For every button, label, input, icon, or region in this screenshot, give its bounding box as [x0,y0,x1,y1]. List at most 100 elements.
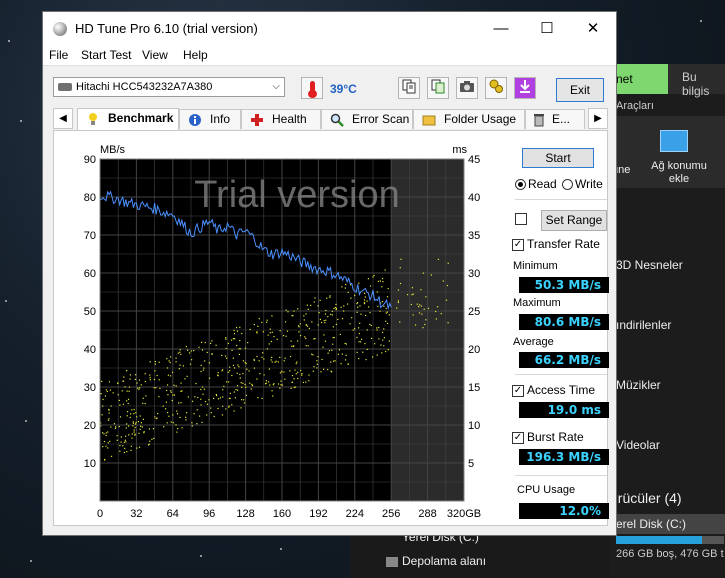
access-time-point [200,404,202,406]
exit-button[interactable]: Exit [556,78,604,102]
y-right-tick-label: 10 [468,420,480,432]
access-time-point [173,394,176,396]
access-time-checkbox[interactable]: ✓ [512,385,524,397]
maximize-button[interactable]: ☐ [524,12,570,45]
transfer-rate-checkbox[interactable]: ✓ [512,239,524,251]
access-time-point [144,380,146,383]
nav-item-storage[interactable]: Depolama alanı [402,554,486,568]
access-time-point [313,366,315,368]
access-time-point [225,347,227,350]
access-time-point [341,286,343,288]
access-time-point [232,338,235,340]
access-time-point [144,402,146,405]
tab-error-scan[interactable]: Error Scan [321,109,413,129]
explorer-tab-this-pc[interactable]: Bu bilgis [682,70,725,98]
access-time-point [277,383,280,385]
tab-benchmark[interactable]: Benchmark [77,108,179,130]
access-time-point [297,377,299,380]
tab-health[interactable]: Health [241,109,321,129]
access-time-point [217,407,219,410]
burst-rate-checkbox[interactable]: ✓ [512,432,524,444]
access-time-point [277,361,279,363]
access-time-point [135,374,137,376]
tab-info[interactable]: Info [179,109,241,129]
write-radio[interactable] [562,179,573,190]
access-time-point [232,357,234,359]
access-time-point [110,426,112,428]
access-time-point [116,435,118,437]
access-time-point [154,370,156,372]
access-time-point [132,421,134,423]
access-time-point [325,309,327,312]
access-time-point [366,348,368,351]
access-time-point [139,428,141,430]
access-time-point [327,368,329,371]
access-time-point [388,340,390,342]
access-time-point [179,416,181,419]
access-time-point [383,305,385,307]
access-time-point [344,342,346,345]
access-time-point [126,411,129,413]
access-time-point [323,368,325,370]
copy-all-icon[interactable] [427,77,449,99]
tab-scroll-left-icon[interactable]: ◀ [53,108,73,129]
title-bar[interactable]: HD Tune Pro 6.10 (trial version) — ☐ ✕ [43,12,616,45]
read-radio[interactable] [515,179,526,190]
access-time-point [385,312,387,314]
benchmark-chart-svg: Trial version MB/s ms 10 20 30 40 50 60 70 80 90 5 10… [84,144,481,520]
options-icon[interactable] [485,77,507,99]
menu-view[interactable]: View [142,48,168,62]
save-icon[interactable] [514,77,536,99]
access-time-point [328,350,331,352]
explorer-tab-network[interactable]: net [610,64,668,94]
access-time-point [327,352,329,354]
minimize-button[interactable]: — [478,12,524,45]
explorer-item[interactable]: 3D Nesneler [616,258,683,272]
menu-help[interactable]: Help [183,48,208,62]
access-time-point [382,339,384,341]
y-left-tick-label: 90 [84,154,96,166]
access-time-point [118,399,120,402]
menu-start-test[interactable]: Start Test [81,48,131,62]
access-time-point [123,441,125,443]
access-time-point [276,338,278,340]
access-time-point [130,449,132,451]
drive-c-item[interactable]: erel Disk (C:) [610,514,725,534]
tab-erase[interactable]: E... [525,109,585,129]
tab-scroll-right-icon[interactable]: ▶ [588,108,608,129]
access-time-point [235,388,237,391]
access-time-point [283,371,285,373]
explorer-item[interactable]: ındirilenler [616,318,671,332]
access-time-point [158,379,160,381]
explorer-item[interactable]: Videolar [616,438,660,452]
explorer-item[interactable]: Müzikler [616,378,661,392]
access-time-point [127,425,130,427]
access-time-point [245,362,247,365]
start-button[interactable]: Start [522,148,594,168]
access-time-point [128,386,131,388]
access-time-point [253,358,255,361]
drive-select[interactable]: Hitachi HCC543232A7A380 ⌵ [53,77,285,97]
set-range-button[interactable]: Set Range [541,210,607,231]
menu-file[interactable]: File [49,48,68,62]
access-time-point [114,427,117,429]
hdtune-window: HD Tune Pro 6.10 (trial version) — ☐ ✕ F… [42,11,617,536]
add-network-location-button[interactable]: Ağ konumu ekle [644,160,714,186]
access-time-point [251,383,253,386]
access-time-point [187,396,189,398]
access-time-point [399,267,401,269]
range-checkbox[interactable] [515,213,527,225]
access-time-point [119,404,121,406]
screenshot-icon[interactable] [456,77,478,99]
copy-text-icon[interactable] [398,77,420,99]
access-time-point [169,375,172,377]
access-time-point [109,389,112,391]
access-time-point [191,425,193,427]
access-time-point [107,431,109,433]
access-time-point [344,359,347,361]
access-time-point [158,396,160,398]
access-time-point [180,382,182,384]
close-button[interactable]: ✕ [570,12,616,45]
tab-folder-usage[interactable]: Folder Usage [413,109,525,129]
access-time-point [266,348,269,350]
